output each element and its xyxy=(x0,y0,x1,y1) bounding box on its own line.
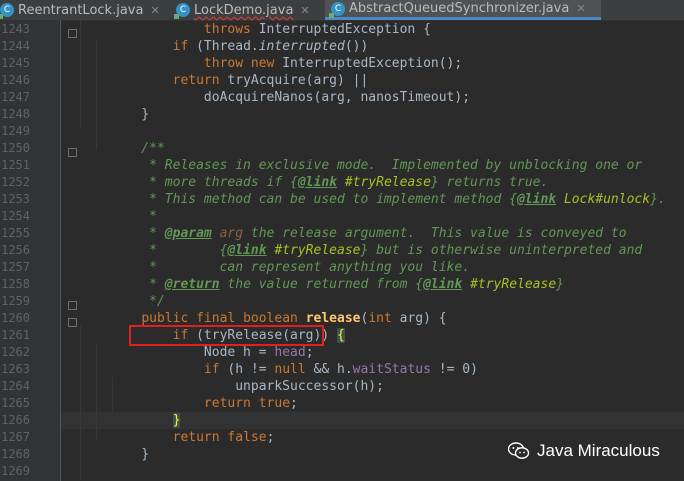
code-line[interactable]: * This method can be used to implement m… xyxy=(61,191,684,208)
indent-guide xyxy=(96,343,97,441)
close-icon[interactable]: ✕ xyxy=(300,4,309,17)
code-line[interactable]: * can represent anything you like. xyxy=(61,259,684,276)
indent-guide xyxy=(80,326,81,480)
code-line-text: if (Thread.interrupted()) xyxy=(172,39,369,54)
line-number: 1253 xyxy=(1,192,30,206)
line-number: 1243 xyxy=(1,22,30,36)
code-line-text: /** xyxy=(110,141,165,156)
line-number: 1264 xyxy=(1,379,30,393)
tab-reentrantlock[interactable]: C ReentrantLock.java ✕ xyxy=(0,0,166,20)
wechat-icon xyxy=(508,442,530,459)
line-number: 1246 xyxy=(1,73,30,87)
line-number: 1254 xyxy=(1,209,30,223)
editor-tab-bar: C ReentrantLock.java ✕ C LockDemo.java ✕… xyxy=(0,0,684,21)
line-number: 1266 xyxy=(1,413,30,427)
java-class-icon: C xyxy=(329,1,345,18)
code-line-text: * can represent anything you like. xyxy=(110,260,471,275)
code-line-text: * @param arg the release argument. This … xyxy=(110,226,627,241)
indent-guide xyxy=(96,40,97,150)
code-editor[interactable]: throws InterruptedException { if (Thread… xyxy=(61,20,684,481)
code-line-text: */ xyxy=(110,294,165,309)
line-number: 1249 xyxy=(1,124,30,138)
java-class-icon: C xyxy=(0,3,14,19)
close-icon[interactable]: ✕ xyxy=(150,4,159,17)
code-line-text: * @return the value returned from {@link… xyxy=(110,277,564,292)
line-number-gutter: 1243 1244 1245 1246 1247 1248 1249 1250 1251 1252… xyxy=(0,20,61,481)
line-number: 1259 xyxy=(1,294,30,308)
line-number: 1261 xyxy=(1,328,30,342)
code-line[interactable]: return true; xyxy=(61,395,684,412)
code-line[interactable] xyxy=(61,123,684,140)
code-line[interactable]: unparkSuccessor(h); xyxy=(61,378,684,395)
tab-abstractqueuedsynchronizer[interactable]: C AbstractQueuedSynchronizer.java ✕ xyxy=(325,0,601,20)
code-line-text: * Releases in exclusive mode. Implemente… xyxy=(110,158,643,173)
line-number: 1250 xyxy=(1,141,30,155)
code-line-text: unparkSuccessor(h); xyxy=(110,379,384,394)
code-line[interactable]: if (Thread.interrupted()) xyxy=(61,38,684,55)
code-line[interactable]: */ xyxy=(61,293,684,310)
line-number: 1263 xyxy=(1,362,30,376)
line-number: 1262 xyxy=(1,345,30,359)
code-line-text: throws InterruptedException { xyxy=(203,22,431,37)
line-number: 1265 xyxy=(1,396,30,410)
code-line[interactable]: } xyxy=(61,412,684,429)
code-line[interactable]: * {@link #tryRelease} but is otherwise u… xyxy=(61,242,684,259)
indent-guide xyxy=(112,377,113,411)
code-line[interactable]: if (h != null && h.waitStatus != 0) xyxy=(61,361,684,378)
code-line-text: } xyxy=(110,107,150,122)
line-number: 1251 xyxy=(1,158,30,172)
line-number: 1247 xyxy=(1,90,30,104)
watermark: Java Miraculous xyxy=(508,441,660,461)
code-line-text: } xyxy=(172,413,181,428)
code-line-text: * more threads if {@link #tryRelease} re… xyxy=(110,175,549,190)
line-number: 1245 xyxy=(1,56,30,70)
close-icon[interactable]: ✕ xyxy=(576,2,585,15)
line-number: 1252 xyxy=(1,175,30,189)
code-line[interactable]: throws InterruptedException { xyxy=(61,21,684,38)
line-number: 1244 xyxy=(1,39,30,53)
code-line[interactable]: doAcquireNanos(arg, nanosTimeout); xyxy=(61,89,684,106)
code-line[interactable]: * @return the value returned from {@link… xyxy=(61,276,684,293)
code-line-text: doAcquireNanos(arg, nanosTimeout); xyxy=(110,90,471,105)
code-line[interactable]: * Releases in exclusive mode. Implemente… xyxy=(61,157,684,174)
watermark-text: Java Miraculous xyxy=(537,441,660,460)
tab-lockdemo[interactable]: C LockDemo.java ✕ xyxy=(174,0,324,20)
code-line-text: return false; xyxy=(172,430,275,445)
code-line[interactable]: throw new InterruptedException(); xyxy=(61,55,684,72)
tab-label: AbstractQueuedSynchronizer.java xyxy=(349,1,570,16)
code-line[interactable]: /** xyxy=(61,140,684,157)
java-class-icon: C xyxy=(174,3,190,19)
code-line-text: throw new InterruptedException(); xyxy=(203,56,463,71)
code-line-text: * {@link #tryRelease} but is otherwise u… xyxy=(110,243,643,258)
code-line-text: * This method can be used to implement m… xyxy=(110,192,666,207)
line-number: 1257 xyxy=(1,260,30,274)
code-line-text: } xyxy=(110,447,150,462)
line-number: 1258 xyxy=(1,277,30,291)
tab-label: ReentrantLock.java xyxy=(18,2,144,18)
code-line[interactable]: * more threads if {@link #tryRelease} re… xyxy=(61,174,684,191)
line-number: 1255 xyxy=(1,226,30,240)
code-line-text: * xyxy=(110,209,157,224)
line-number: 1269 xyxy=(1,464,30,478)
code-line-text: Node h = head; xyxy=(110,345,314,360)
code-line[interactable]: Node h = head; xyxy=(61,344,684,361)
code-line[interactable]: } xyxy=(61,106,684,123)
code-line[interactable]: return tryAcquire(arg) || xyxy=(61,72,684,89)
line-number: 1256 xyxy=(1,243,30,257)
code-line[interactable] xyxy=(61,463,684,480)
highlight-annotation-box xyxy=(129,325,324,346)
code-line-text: return true; xyxy=(203,396,298,411)
code-line[interactable]: * xyxy=(61,208,684,225)
line-number: 1268 xyxy=(1,447,30,461)
line-number: 1248 xyxy=(1,107,30,121)
code-line-text: return tryAcquire(arg) || xyxy=(172,73,369,88)
line-number: 1260 xyxy=(1,311,30,325)
code-line-text: if (h != null && h.waitStatus != 0) xyxy=(203,362,478,377)
line-number: 1267 xyxy=(1,430,30,444)
code-line[interactable]: * @param arg the release argument. This … xyxy=(61,225,684,242)
tab-label: LockDemo.java xyxy=(194,2,294,18)
indent-guide xyxy=(80,20,81,128)
